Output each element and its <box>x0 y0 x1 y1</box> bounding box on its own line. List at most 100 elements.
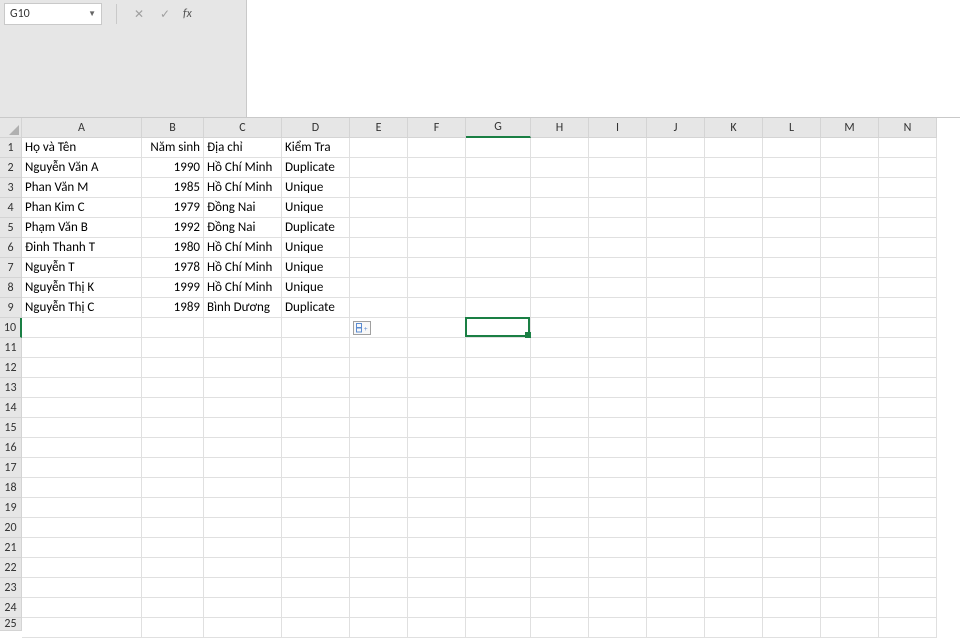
cell[interactable] <box>350 378 408 398</box>
cell[interactable]: Unique <box>282 238 350 258</box>
column-header[interactable]: H <box>531 118 589 138</box>
cell[interactable] <box>879 198 937 218</box>
cell[interactable] <box>763 238 821 258</box>
cell[interactable]: 1999 <box>142 278 204 298</box>
cell[interactable] <box>408 618 466 638</box>
cell[interactable] <box>589 458 647 478</box>
cell[interactable] <box>531 278 589 298</box>
cell[interactable] <box>763 438 821 458</box>
cell[interactable] <box>204 598 282 618</box>
cell[interactable]: Hồ Chí Minh <box>204 278 282 298</box>
cell[interactable] <box>589 438 647 458</box>
cell[interactable] <box>282 518 350 538</box>
cell[interactable] <box>22 338 142 358</box>
cell[interactable] <box>408 518 466 538</box>
cell[interactable]: Địa chỉ <box>204 138 282 158</box>
cell[interactable] <box>204 478 282 498</box>
cell[interactable] <box>589 158 647 178</box>
cell[interactable] <box>647 438 705 458</box>
cell[interactable] <box>142 598 204 618</box>
cell[interactable] <box>142 418 204 438</box>
cell[interactable] <box>531 438 589 458</box>
cell[interactable] <box>350 338 408 358</box>
spreadsheet-grid[interactable]: ABCDEFGHIJKLMN1Họ và TênNăm sinhĐịa chỉK… <box>0 118 960 638</box>
cell[interactable] <box>705 278 763 298</box>
cell[interactable] <box>763 218 821 238</box>
cell[interactable] <box>408 438 466 458</box>
cell[interactable] <box>763 538 821 558</box>
cell[interactable] <box>350 418 408 438</box>
cell[interactable] <box>705 178 763 198</box>
cell[interactable] <box>647 518 705 538</box>
cell[interactable] <box>763 138 821 158</box>
cell[interactable] <box>821 518 879 538</box>
cell[interactable] <box>531 178 589 198</box>
column-header[interactable]: C <box>204 118 282 138</box>
row-header[interactable]: 15 <box>0 418 22 438</box>
cell[interactable] <box>879 398 937 418</box>
cell[interactable] <box>705 398 763 418</box>
cell[interactable] <box>879 558 937 578</box>
cell[interactable] <box>821 278 879 298</box>
cell[interactable] <box>408 478 466 498</box>
cell[interactable] <box>531 478 589 498</box>
cell[interactable] <box>879 258 937 278</box>
cell[interactable] <box>821 398 879 418</box>
column-header[interactable]: B <box>142 118 204 138</box>
cell[interactable]: Unique <box>282 178 350 198</box>
cell[interactable] <box>350 298 408 318</box>
cell[interactable]: 1979 <box>142 198 204 218</box>
cell[interactable] <box>589 178 647 198</box>
cell[interactable] <box>466 278 531 298</box>
cell[interactable] <box>821 598 879 618</box>
cell[interactable] <box>879 238 937 258</box>
cell[interactable] <box>647 158 705 178</box>
cell[interactable] <box>821 218 879 238</box>
row-header[interactable]: 12 <box>0 358 22 378</box>
cell[interactable] <box>466 438 531 458</box>
cell[interactable] <box>350 178 408 198</box>
cell[interactable]: Unique <box>282 198 350 218</box>
cell[interactable] <box>531 498 589 518</box>
cell[interactable] <box>705 218 763 238</box>
cell[interactable] <box>350 198 408 218</box>
cell[interactable] <box>466 358 531 378</box>
row-header[interactable]: 23 <box>0 578 22 598</box>
cell[interactable] <box>466 558 531 578</box>
cell[interactable] <box>879 158 937 178</box>
cell[interactable] <box>589 318 647 338</box>
cell[interactable] <box>466 578 531 598</box>
chevron-down-icon[interactable]: ▼ <box>88 9 96 19</box>
cell[interactable] <box>142 538 204 558</box>
cell[interactable] <box>408 178 466 198</box>
cell[interactable] <box>589 558 647 578</box>
cell[interactable] <box>282 478 350 498</box>
row-header[interactable]: 7 <box>0 258 22 278</box>
cell[interactable] <box>350 558 408 578</box>
cell[interactable] <box>821 538 879 558</box>
cell[interactable] <box>821 178 879 198</box>
cell[interactable] <box>821 578 879 598</box>
row-header[interactable]: 5 <box>0 218 22 238</box>
cell[interactable]: Unique <box>282 258 350 278</box>
cell[interactable] <box>350 438 408 458</box>
cell[interactable] <box>647 458 705 478</box>
cell[interactable] <box>466 158 531 178</box>
cell[interactable] <box>142 498 204 518</box>
cell[interactable] <box>204 538 282 558</box>
cell[interactable] <box>531 318 589 338</box>
cell[interactable] <box>22 578 142 598</box>
cell[interactable] <box>204 398 282 418</box>
cell[interactable] <box>22 518 142 538</box>
cell[interactable] <box>879 598 937 618</box>
cell[interactable] <box>647 198 705 218</box>
cell[interactable] <box>531 358 589 378</box>
row-header[interactable]: 11 <box>0 338 22 358</box>
cell[interactable] <box>879 538 937 558</box>
cell[interactable] <box>879 438 937 458</box>
cell[interactable] <box>142 358 204 378</box>
cell[interactable] <box>763 198 821 218</box>
cell[interactable] <box>705 518 763 538</box>
cell[interactable] <box>589 138 647 158</box>
column-header[interactable]: E <box>350 118 408 138</box>
